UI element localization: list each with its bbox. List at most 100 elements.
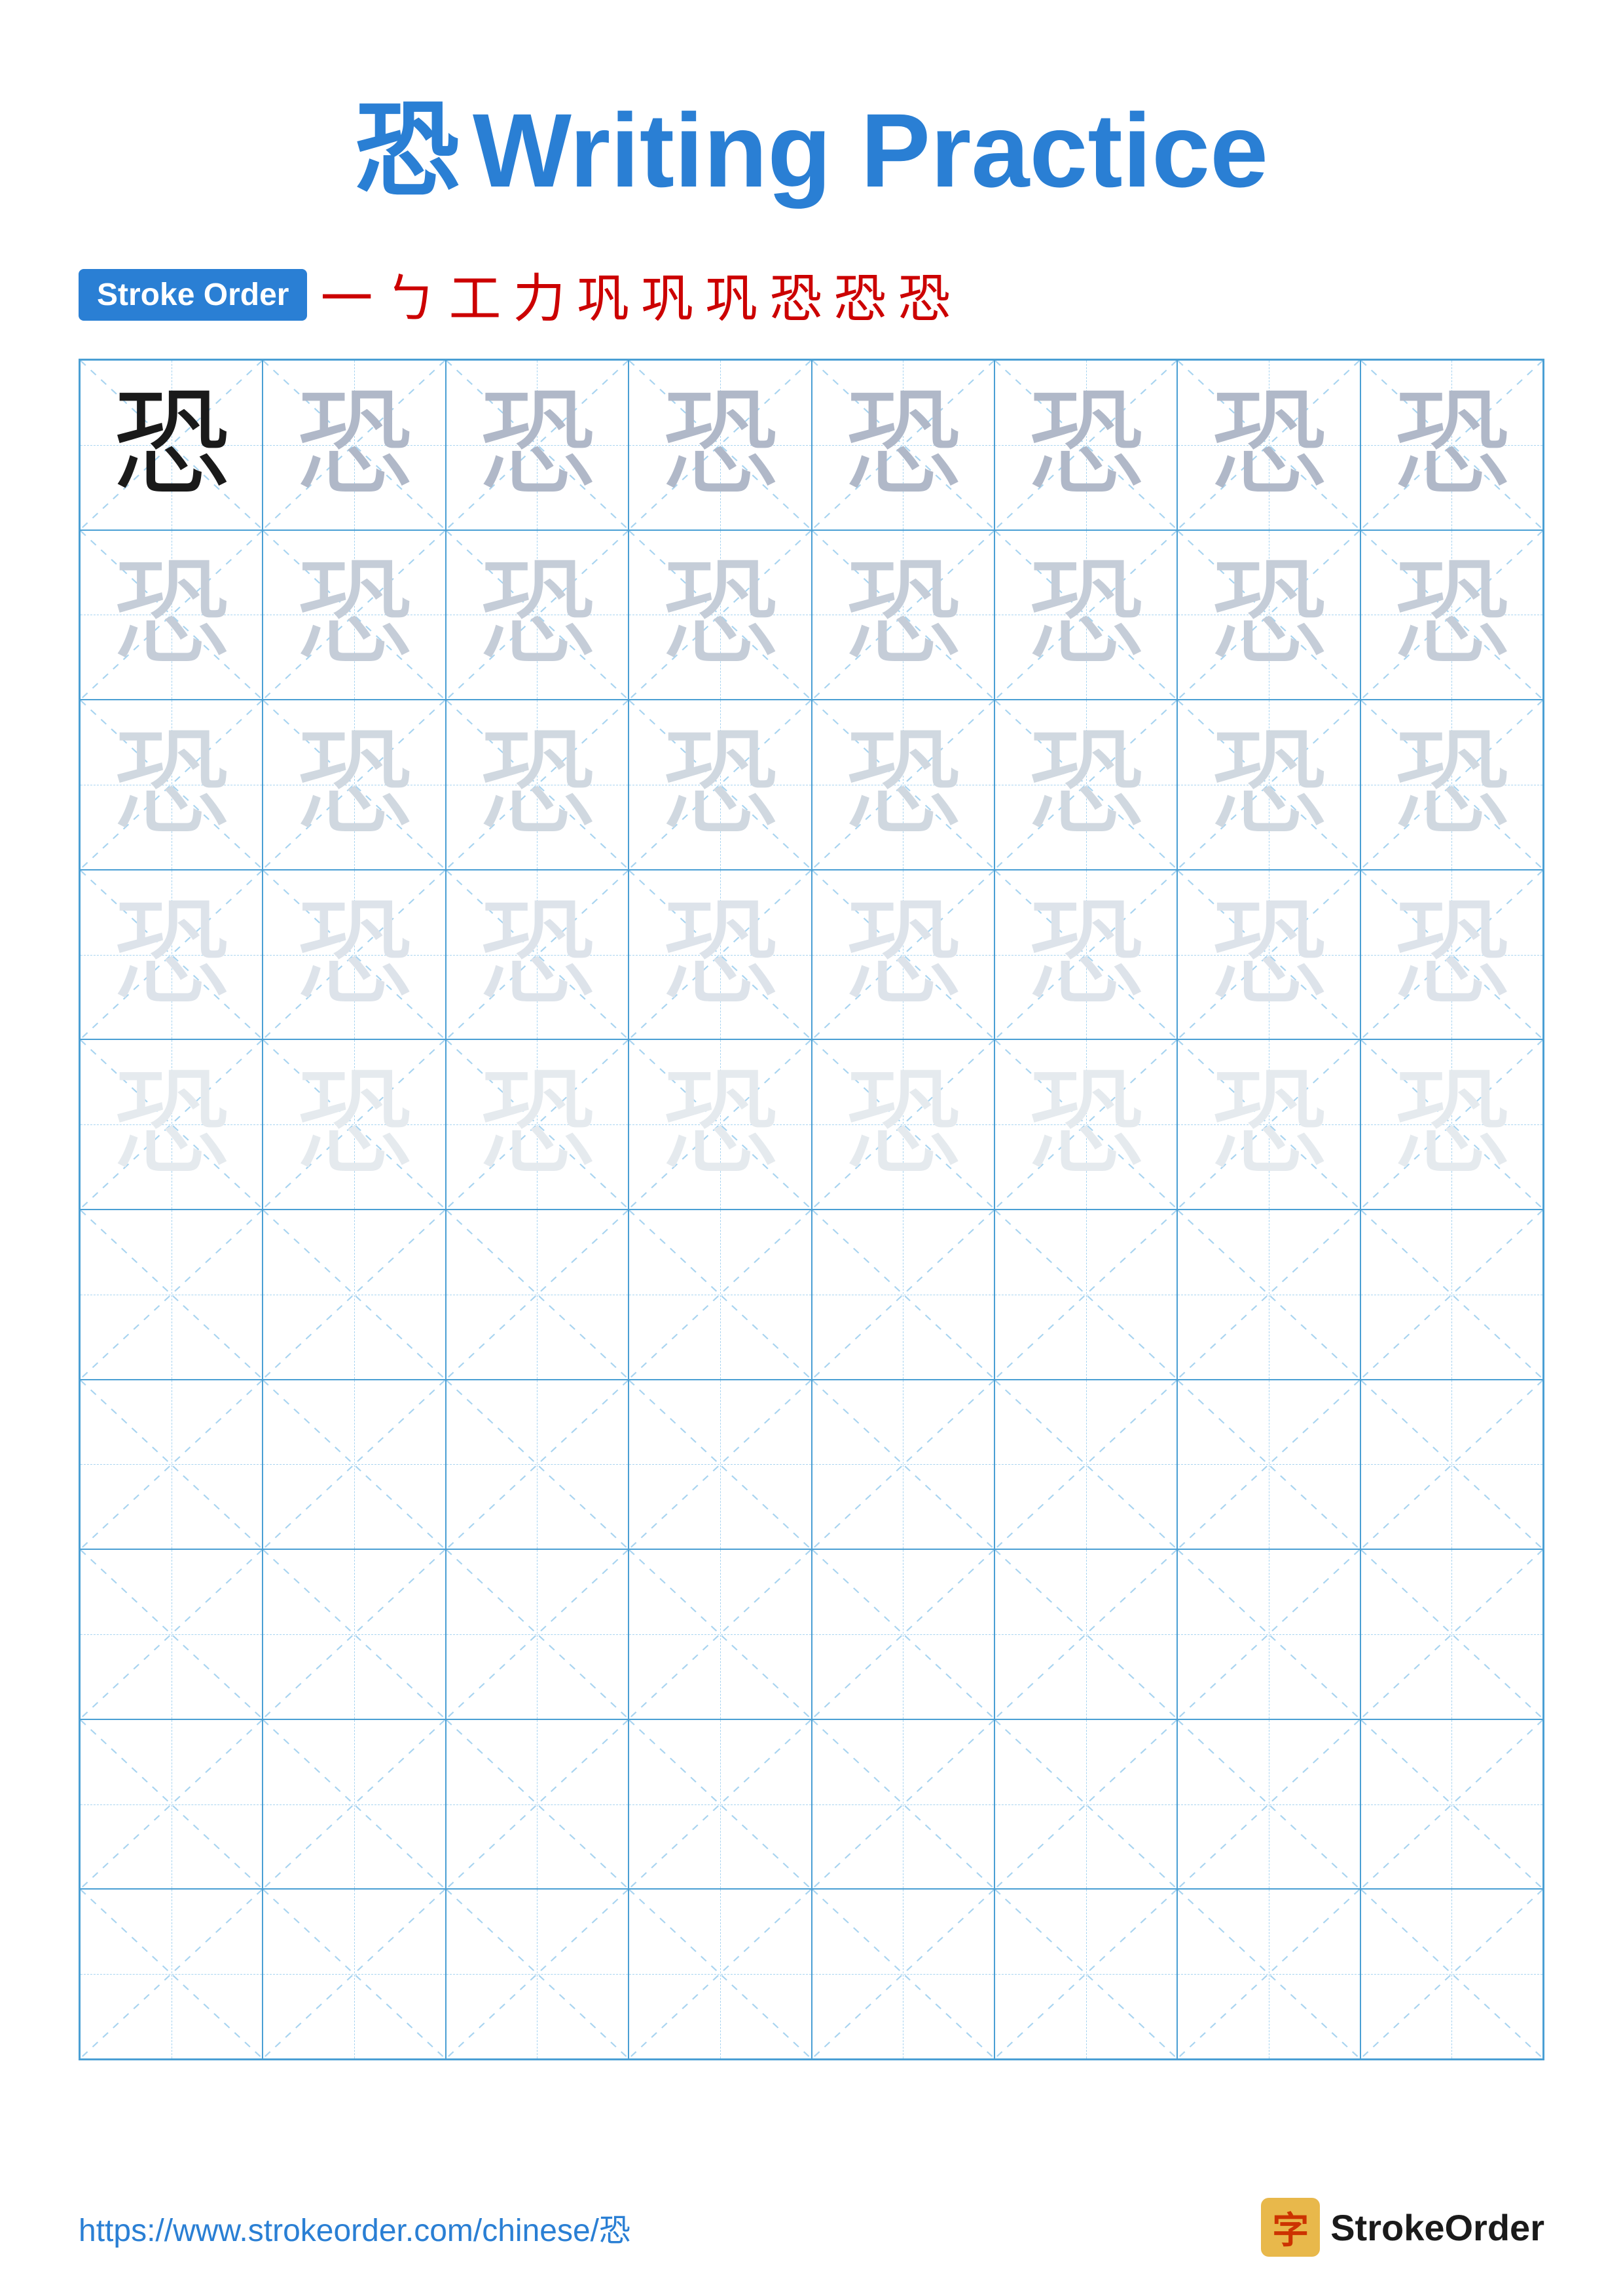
practice-char-guide: 恐 (1027, 896, 1145, 1014)
grid-cell[interactable]: 恐 (994, 530, 1177, 700)
practice-char-guide: 恐 (844, 1066, 962, 1183)
grid-cell[interactable]: 恐 (629, 870, 811, 1040)
grid-cell-empty[interactable] (263, 1719, 445, 1890)
page-title: Writing Practice (473, 92, 1268, 209)
grid-cell-empty[interactable] (812, 1719, 994, 1890)
grid-cell[interactable]: 恐 (263, 870, 445, 1040)
grid-cell[interactable]: 恐 (263, 530, 445, 700)
stroke-3: 工 (448, 257, 501, 332)
grid-cell[interactable]: 恐 (446, 700, 629, 870)
grid-cell-empty[interactable] (1177, 1889, 1360, 2059)
grid-cell[interactable]: 恐 (629, 530, 811, 700)
grid-cell-empty[interactable] (1360, 1719, 1543, 1890)
grid-cell[interactable]: 恐 (812, 700, 994, 870)
grid-cell[interactable]: 恐 (80, 700, 263, 870)
grid-cell-empty[interactable] (1360, 1549, 1543, 1719)
title-chinese-char: 恐 (355, 93, 460, 209)
grid-cell-empty[interactable] (80, 1889, 263, 2059)
grid-cell-empty[interactable] (446, 1889, 629, 2059)
grid-cell-empty[interactable] (1177, 1210, 1360, 1380)
grid-cell-empty[interactable] (446, 1380, 629, 1550)
grid-cell[interactable]: 恐 (446, 530, 629, 700)
grid-cell-empty[interactable] (994, 1380, 1177, 1550)
grid-cell[interactable]: 恐 (629, 1039, 811, 1210)
grid-cell[interactable]: 恐 (812, 530, 994, 700)
grid-cell[interactable]: 恐 (1177, 870, 1360, 1040)
grid-cell[interactable]: 恐 (446, 870, 629, 1040)
grid-cell[interactable]: 恐 (994, 700, 1177, 870)
practice-char-guide: 恐 (295, 896, 413, 1014)
grid-cell[interactable]: 恐 (1360, 360, 1543, 530)
grid-cell-empty[interactable] (629, 1380, 811, 1550)
grid-cell[interactable]: 恐 (1177, 1039, 1360, 1210)
grid-cell-empty[interactable] (80, 1549, 263, 1719)
grid-cell-empty[interactable] (812, 1380, 994, 1550)
grid-cell[interactable]: 恐 (994, 1039, 1177, 1210)
grid-cell[interactable]: 恐 (446, 360, 629, 530)
grid-cell[interactable]: 恐 (629, 360, 811, 530)
practice-char-guide: 恐 (1393, 556, 1510, 673)
grid-cell-empty[interactable] (1177, 1380, 1360, 1550)
practice-char-guide: 恐 (1393, 1066, 1510, 1183)
practice-char-guide: 恐 (478, 386, 596, 504)
grid-cell-empty[interactable] (994, 1719, 1177, 1890)
grid-cell-empty[interactable] (812, 1210, 994, 1380)
grid-cell[interactable]: 恐 (80, 1039, 263, 1210)
grid-cell[interactable]: 恐 (80, 360, 263, 530)
grid-cell-empty[interactable] (629, 1719, 811, 1890)
practice-char-guide: 恐 (113, 726, 230, 844)
grid-cell-empty[interactable] (1360, 1380, 1543, 1550)
practice-char-guide: 恐 (1393, 726, 1510, 844)
practice-char-guide: 恐 (478, 556, 596, 673)
grid-cell[interactable]: 恐 (263, 1039, 445, 1210)
practice-char-guide: 恐 (661, 556, 779, 673)
grid-cell[interactable]: 恐 (994, 870, 1177, 1040)
grid-cell[interactable]: 恐 (80, 870, 263, 1040)
grid-cell-empty[interactable] (1177, 1549, 1360, 1719)
grid-cell[interactable]: 恐 (1360, 1039, 1543, 1210)
grid-cell[interactable]: 恐 (812, 360, 994, 530)
grid-cell-empty[interactable] (994, 1549, 1177, 1719)
grid-cell[interactable]: 恐 (812, 870, 994, 1040)
grid-cell-empty[interactable] (263, 1210, 445, 1380)
grid-cell[interactable]: 恐 (1360, 530, 1543, 700)
grid-cell-empty[interactable] (80, 1210, 263, 1380)
practice-char-guide: 恐 (478, 896, 596, 1014)
grid-cell-empty[interactable] (80, 1719, 263, 1890)
grid-cell-empty[interactable] (629, 1549, 811, 1719)
grid-cell[interactable]: 恐 (446, 1039, 629, 1210)
practice-char-guide: 恐 (295, 386, 413, 504)
grid-cell[interactable]: 恐 (1177, 700, 1360, 870)
grid-cell-empty[interactable] (263, 1889, 445, 2059)
stroke-6: 巩 (641, 257, 693, 332)
grid-cell[interactable]: 恐 (1177, 530, 1360, 700)
grid-cell-empty[interactable] (1360, 1210, 1543, 1380)
grid-cell[interactable]: 恐 (812, 1039, 994, 1210)
grid-cell[interactable]: 恐 (263, 360, 445, 530)
grid-cell[interactable]: 恐 (629, 700, 811, 870)
grid-cell[interactable]: 恐 (263, 700, 445, 870)
grid-cell-empty[interactable] (812, 1549, 994, 1719)
grid-cell-empty[interactable] (446, 1549, 629, 1719)
grid-cell[interactable]: 恐 (1360, 700, 1543, 870)
grid-cell-empty[interactable] (446, 1719, 629, 1890)
grid-cell-empty[interactable] (80, 1380, 263, 1550)
grid-cell-empty[interactable] (994, 1889, 1177, 2059)
writing-grid: 恐 恐 恐 恐 (79, 359, 1544, 2060)
practice-char-guide: 恐 (1210, 386, 1328, 504)
grid-cell-empty[interactable] (1360, 1889, 1543, 2059)
grid-cell[interactable]: 恐 (80, 530, 263, 700)
grid-cell-empty[interactable] (812, 1889, 994, 2059)
grid-cell-empty[interactable] (1177, 1719, 1360, 1890)
grid-cell-empty[interactable] (446, 1210, 629, 1380)
grid-cell[interactable]: 恐 (1177, 360, 1360, 530)
grid-cell[interactable]: 恐 (994, 360, 1177, 530)
footer-url-link[interactable]: https://www.strokeorder.com/chinese/恐 (79, 2204, 630, 2250)
grid-cell-empty[interactable] (263, 1380, 445, 1550)
grid-cell-empty[interactable] (629, 1210, 811, 1380)
grid-cell-empty[interactable] (994, 1210, 1177, 1380)
grid-cell-empty[interactable] (263, 1549, 445, 1719)
grid-cell-empty[interactable] (629, 1889, 811, 2059)
practice-char-guide: 恐 (113, 896, 230, 1014)
grid-cell[interactable]: 恐 (1360, 870, 1543, 1040)
